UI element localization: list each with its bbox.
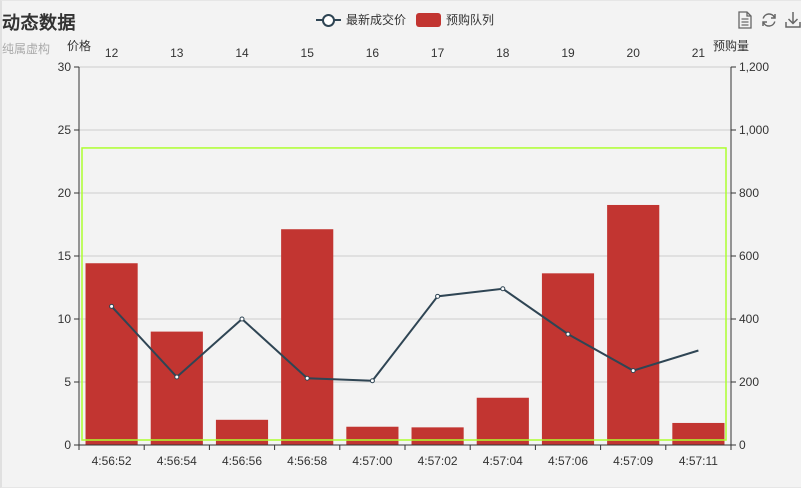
x-tick-label: 4:57:02 <box>418 454 458 468</box>
chart-area: 0 5 10 15 20 25 30 0 200 400 600 800 1,000 1,200 4:56:… <box>58 38 770 468</box>
y-left-tick-label: 0 <box>64 438 71 452</box>
y-left-tick-label: 5 <box>64 375 71 389</box>
y-left-tick-label: 25 <box>58 123 72 137</box>
y-right-tick-label: 1,200 <box>739 60 769 74</box>
line-point <box>239 316 245 322</box>
x-tick-label: 4:56:54 <box>157 454 197 468</box>
bar <box>215 419 269 445</box>
x2-tick-label: 12 <box>105 46 119 60</box>
x2-tick-label: 19 <box>561 46 575 60</box>
line-point <box>304 375 310 381</box>
y-axis-left-label: 价格 <box>67 38 91 53</box>
bar-series <box>85 204 725 445</box>
x-tick-label: 4:57:06 <box>548 454 588 468</box>
y-left-tick-label: 15 <box>58 249 72 263</box>
line-point <box>174 374 180 380</box>
y-right-tick-label: 400 <box>739 312 759 326</box>
bar <box>541 273 595 445</box>
bar <box>346 426 399 445</box>
x2-tick-label: 17 <box>431 46 445 60</box>
bar <box>672 422 725 445</box>
bar <box>281 229 334 445</box>
x-tick-label: 4:56:56 <box>222 454 262 468</box>
line-point <box>435 293 441 299</box>
line-point <box>630 368 636 374</box>
x2-tick-label: 16 <box>366 46 380 60</box>
line-point <box>369 378 375 384</box>
x-tick-label: 4:57:09 <box>613 454 653 468</box>
x-tick-label: 4:56:58 <box>287 454 327 468</box>
y-left-tick-label: 20 <box>58 186 72 200</box>
line-point <box>500 286 506 292</box>
x2-tick-label: 20 <box>627 46 641 60</box>
x2-tick-label: 13 <box>170 46 184 60</box>
bar <box>476 397 529 445</box>
x2-tick-label: 15 <box>301 46 315 60</box>
x2-tick-label: 18 <box>496 46 510 60</box>
bar <box>150 331 203 445</box>
x-tick-label: 4:57:00 <box>352 454 392 468</box>
y-right-tick-label: 200 <box>739 375 759 389</box>
y-right-tick-label: 600 <box>739 249 759 263</box>
y-right-tick-label: 1,000 <box>739 123 769 137</box>
x-tick-label: 4:57:11 <box>679 454 718 468</box>
y-left-tick-label: 10 <box>58 312 72 326</box>
y-axis-right-label: 预购量 <box>713 38 749 53</box>
x2-tick-label: 21 <box>692 46 706 60</box>
y-right-tick-label: 0 <box>739 438 746 452</box>
x-tick-label: 4:56:52 <box>92 454 132 468</box>
bar <box>411 427 464 445</box>
y-right-tick-label: 800 <box>739 186 759 200</box>
bar <box>85 263 138 445</box>
line-point <box>565 331 571 337</box>
bar <box>607 204 660 445</box>
line-point <box>109 303 115 309</box>
x2-tick-label: 14 <box>235 46 249 60</box>
y-left-tick-label: 30 <box>58 60 72 74</box>
x-tick-label: 4:57:04 <box>483 454 523 468</box>
